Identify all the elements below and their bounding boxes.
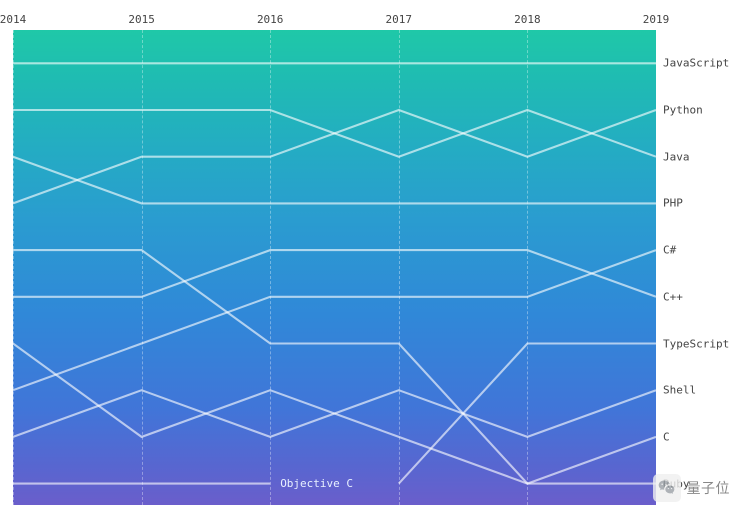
x-tick: 2016 bbox=[257, 13, 284, 26]
x-tick: 2018 bbox=[514, 13, 541, 26]
grid-line bbox=[656, 30, 657, 505]
series-label: Python bbox=[663, 103, 703, 116]
series-label: Ruby bbox=[663, 477, 690, 490]
y-axis-labels: JavaScript Python Java PHP C# C++ TypeScript Sh… bbox=[663, 30, 743, 505]
x-tick: 2015 bbox=[128, 13, 155, 26]
x-tick: 2017 bbox=[386, 13, 413, 26]
series-line bbox=[13, 110, 656, 203]
plot-area: Objective C bbox=[13, 30, 656, 505]
series-label: TypeScript bbox=[663, 337, 729, 350]
series-line bbox=[13, 110, 656, 157]
series-label: C++ bbox=[663, 290, 683, 303]
series-label: PHP bbox=[663, 197, 683, 210]
x-tick: 2014 bbox=[0, 13, 26, 26]
series-label: JavaScript bbox=[663, 57, 729, 70]
x-tick: 2019 bbox=[643, 13, 670, 26]
rank-lines-svg bbox=[13, 30, 656, 505]
series-line bbox=[13, 250, 656, 297]
x-axis: 201420152016201720182019 bbox=[13, 13, 656, 27]
series-line bbox=[13, 250, 656, 390]
series-label: C# bbox=[663, 244, 676, 257]
rank-chart: 201420152016201720182019 Objective C Jav… bbox=[13, 13, 731, 513]
series-label: Shell bbox=[663, 384, 696, 397]
series-line bbox=[399, 344, 656, 484]
series-line bbox=[13, 344, 656, 484]
series-label: Java bbox=[663, 150, 690, 163]
series-label: C bbox=[663, 430, 670, 443]
series-line bbox=[13, 157, 656, 204]
